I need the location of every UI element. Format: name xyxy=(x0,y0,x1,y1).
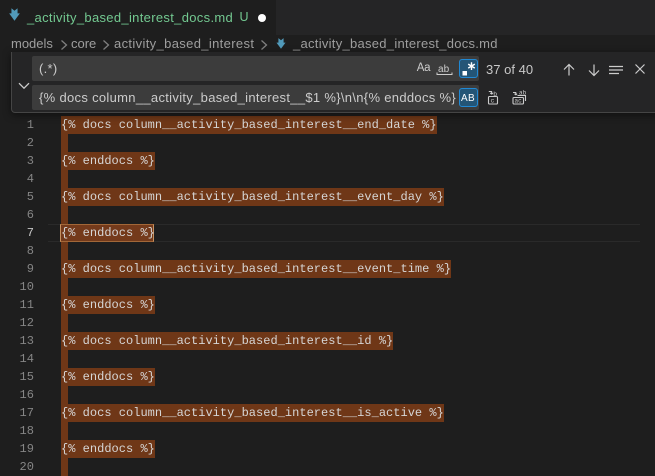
svg-text:c: c xyxy=(491,98,495,105)
svg-text:ab: ab xyxy=(438,64,450,75)
svg-text:ac: ac xyxy=(515,98,523,105)
